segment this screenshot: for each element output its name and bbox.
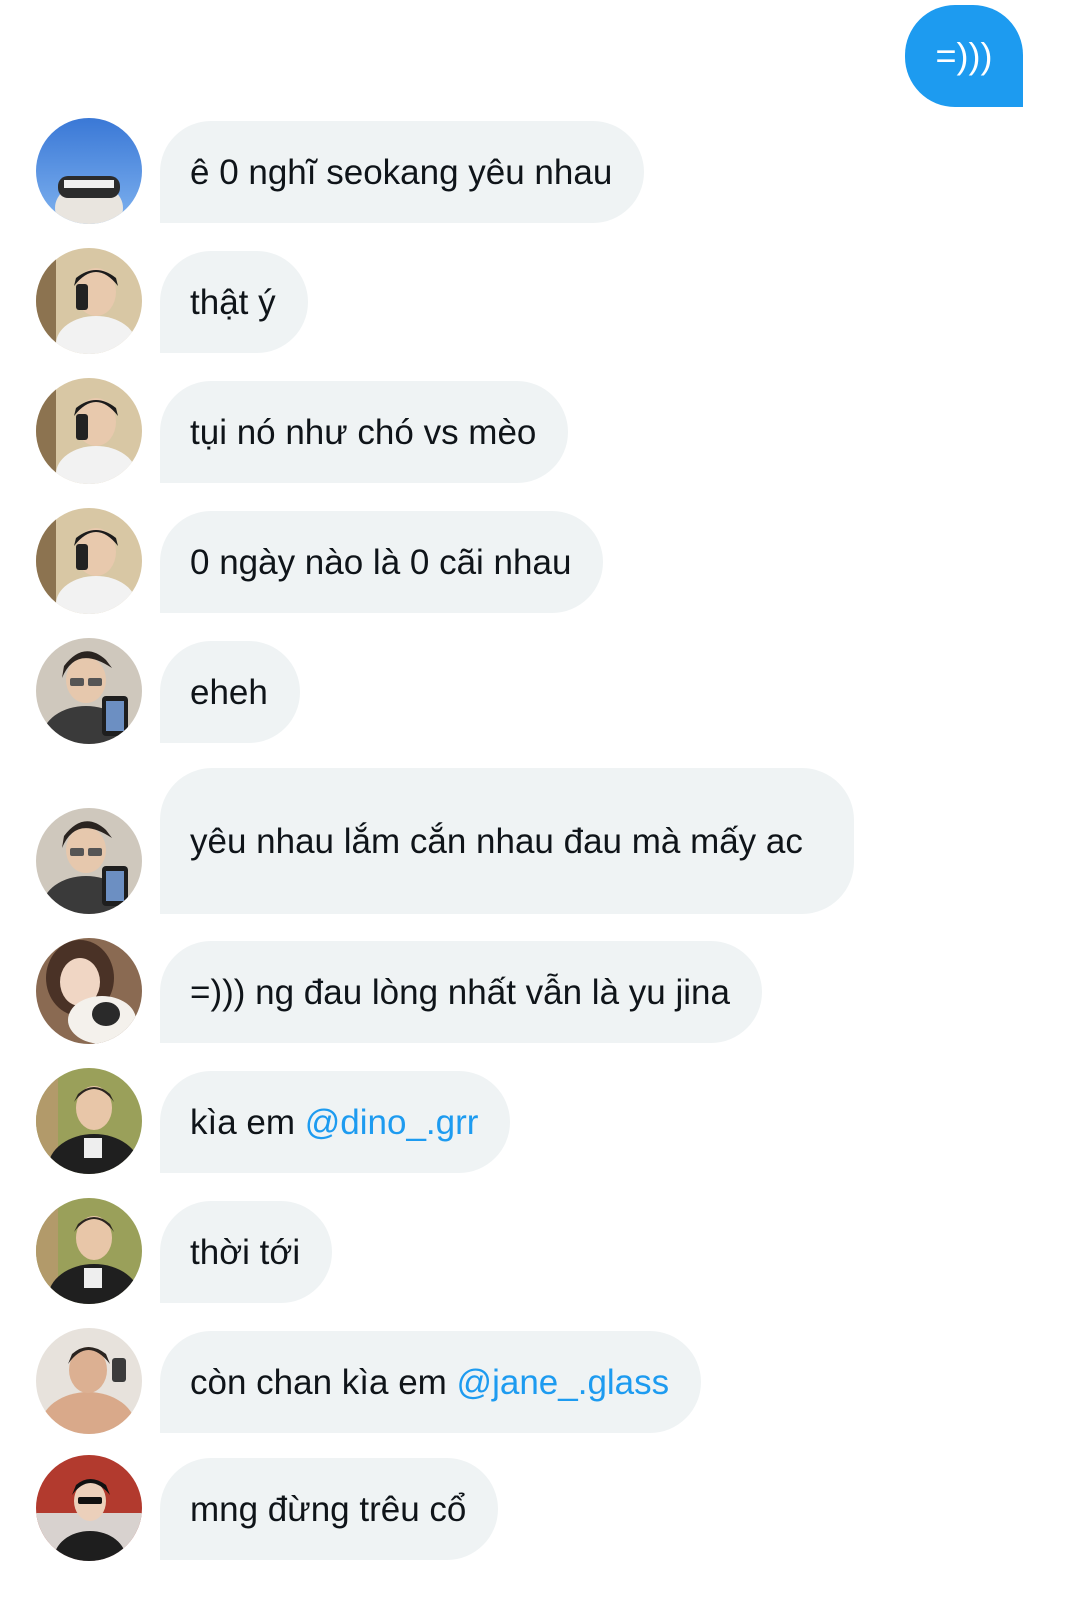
- message-bubble[interactable]: =))) ng đau lòng nhất vẫn là yu jina: [160, 941, 762, 1043]
- message-row: ê 0 nghĩ seokang yêu nhau: [0, 118, 1072, 224]
- message-row: mng đừng trêu cổ: [0, 1455, 1072, 1561]
- message-text: thật ý: [190, 282, 276, 322]
- message-text: kìa em @dino_.grr: [190, 1100, 478, 1145]
- avatar-jacket-green[interactable]: [36, 1198, 142, 1304]
- message-row: yêu nhau lắm cắn nhau đau mà mấy ac: [0, 768, 1072, 914]
- avatar-mirror-selfie[interactable]: [36, 248, 142, 354]
- message-text-prefix: còn chan kìa em: [190, 1362, 457, 1402]
- avatar-jacket-green[interactable]: [36, 1068, 142, 1174]
- message-text: còn chan kìa em @jane_.glass: [190, 1360, 669, 1405]
- message-text: ê 0 nghĩ seokang yêu nhau: [190, 152, 613, 192]
- sent-message-text: =))): [935, 35, 993, 76]
- message-text-prefix: kìa em: [190, 1102, 305, 1142]
- message-text: mng đừng trêu cổ: [190, 1489, 467, 1529]
- message-text: 0 ngày nào là 0 cãi nhau: [190, 542, 572, 582]
- sent-message-bubble[interactable]: =))): [905, 5, 1023, 107]
- message-bubble[interactable]: tụi nó như chó vs mèo: [160, 381, 569, 483]
- message-text: =))) ng đau lòng nhất vẫn là yu jina: [190, 972, 730, 1012]
- message-text: tụi nó như chó vs mèo: [190, 412, 537, 452]
- message-row: eheh: [0, 638, 1072, 744]
- message-row: =))) ng đau lòng nhất vẫn là yu jina: [0, 938, 1072, 1044]
- message-row: thật ý: [0, 248, 1072, 354]
- mention-link[interactable]: @jane_.glass: [457, 1363, 670, 1402]
- avatar-mirror-selfie[interactable]: [36, 508, 142, 614]
- message-row: thời tới: [0, 1198, 1072, 1304]
- message-row: 0 ngày nào là 0 cãi nhau: [0, 508, 1072, 614]
- message-row: tụi nó như chó vs mèo: [0, 378, 1072, 484]
- message-row: còn chan kìa em @jane_.glass: [0, 1328, 1072, 1434]
- avatar-girl-cat[interactable]: [36, 938, 142, 1044]
- message-text: eheh: [190, 672, 268, 712]
- mention-link[interactable]: @dino_.grr: [305, 1103, 479, 1142]
- message-bubble[interactable]: ê 0 nghĩ seokang yêu nhau: [160, 121, 645, 223]
- message-bubble[interactable]: kìa em @dino_.grr: [160, 1071, 511, 1173]
- message-bubble[interactable]: còn chan kìa em @jane_.glass: [160, 1331, 702, 1433]
- avatar-glasses-phone[interactable]: [36, 808, 142, 914]
- message-bubble[interactable]: thời tới: [160, 1201, 333, 1303]
- avatar-blue-sky[interactable]: [36, 118, 142, 224]
- avatar-glasses-phone[interactable]: [36, 638, 142, 744]
- message-text: thời tới: [190, 1232, 301, 1272]
- message-bubble[interactable]: yêu nhau lắm cắn nhau đau mà mấy ac: [160, 768, 854, 914]
- message-bubble[interactable]: eheh: [160, 641, 300, 743]
- message-bubble[interactable]: thật ý: [160, 251, 308, 353]
- avatar-mirror-selfie[interactable]: [36, 378, 142, 484]
- message-bubble[interactable]: mng đừng trêu cổ: [160, 1458, 499, 1560]
- message-bubble[interactable]: 0 ngày nào là 0 cãi nhau: [160, 511, 604, 613]
- message-row: kìa em @dino_.grr: [0, 1068, 1072, 1174]
- message-text: yêu nhau lắm cắn nhau đau mà mấy ac: [190, 821, 803, 861]
- avatar-shirtless[interactable]: [36, 1328, 142, 1434]
- avatar-red-bg[interactable]: [36, 1455, 142, 1561]
